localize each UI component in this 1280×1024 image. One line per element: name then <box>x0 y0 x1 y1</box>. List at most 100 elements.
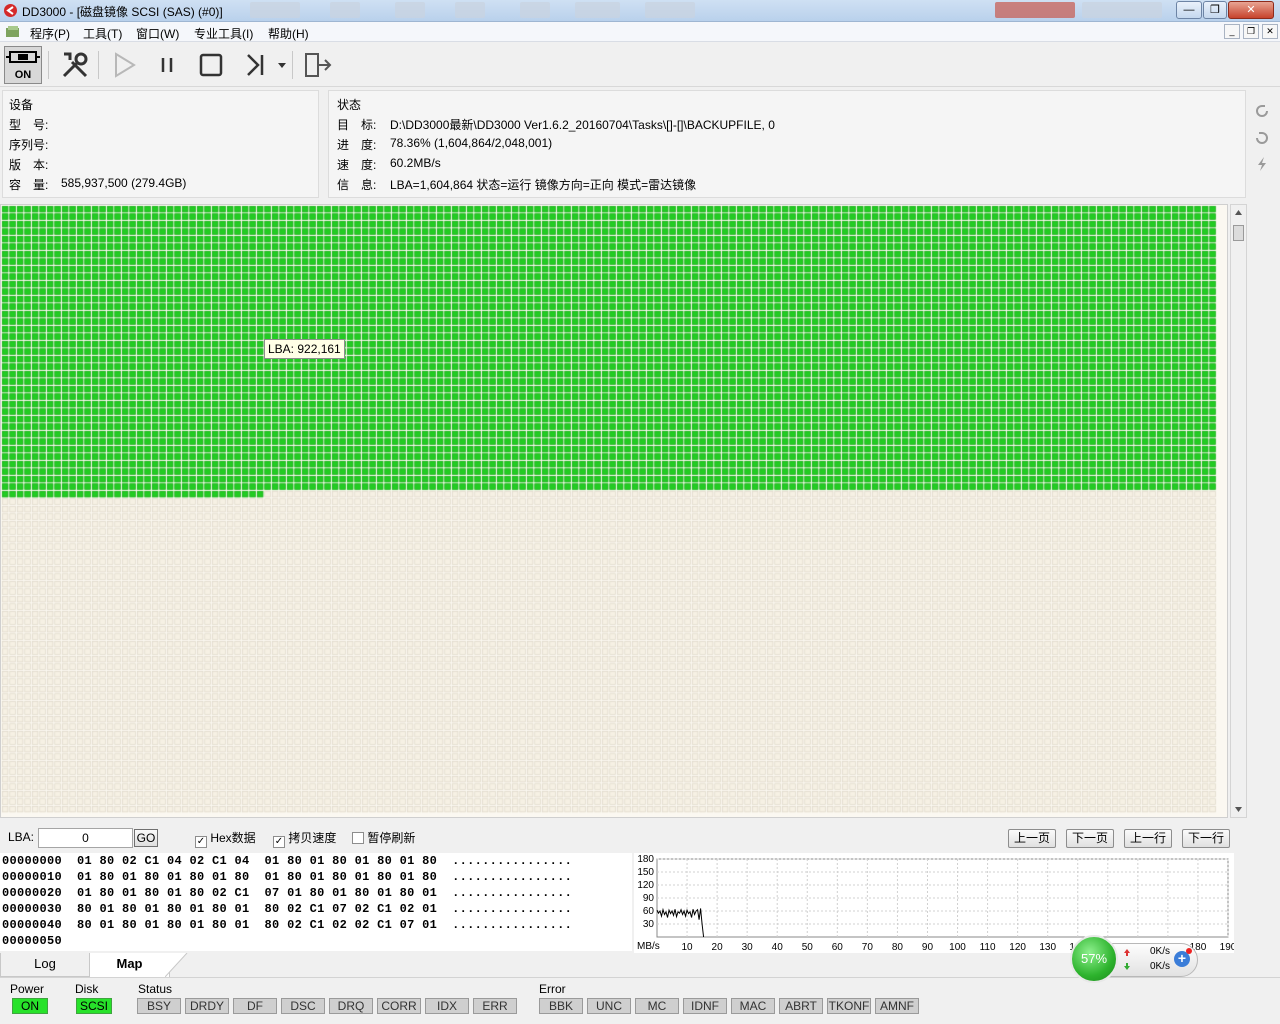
hex-ascii: ................ <box>452 902 573 916</box>
refresh-icon[interactable] <box>1254 104 1270 118</box>
lba-label: LBA: <box>8 830 35 844</box>
upload-arrow-icon <box>1124 949 1130 956</box>
error-led-abrt: ABRT <box>779 998 823 1014</box>
app-logo-icon <box>4 4 17 17</box>
menu-window[interactable]: 窗口(W) <box>132 24 183 43</box>
status-led-err: ERR <box>473 998 517 1014</box>
toolbar-separator <box>98 51 99 79</box>
mdi-document-icon[interactable] <box>5 25 21 39</box>
stop-icon <box>199 53 223 77</box>
hex-viewer[interactable]: 00000000 01 80 02 C1 04 02 C1 04 01 80 0… <box>0 853 632 951</box>
hex-data-check[interactable]: ✓ <box>195 836 207 848</box>
hex-row: 00000000 01 80 02 C1 04 02 C1 04 01 80 0… <box>2 854 572 868</box>
tab-log[interactable]: Log <box>0 953 90 977</box>
tab-map[interactable]: Map <box>90 953 170 977</box>
memory-percent-ball[interactable]: 57% <box>1070 935 1118 983</box>
settings-tools-button[interactable] <box>56 46 94 84</box>
menu-pro-tools[interactable]: 专业工具(I) <box>190 24 257 43</box>
hex-address: 00000000 <box>2 854 63 868</box>
scroll-up-arrow-icon[interactable] <box>1234 208 1243 216</box>
pause-refresh-checkbox[interactable]: 暂停刷新 <box>352 829 415 846</box>
hex-data-checkbox[interactable]: ✓ Hex数据 <box>195 829 256 848</box>
chart-y-tick-label: 90 <box>643 893 655 904</box>
target-value: D:\DD3000最新\DD3000 Ver1.6.2_20160704\Tas… <box>390 118 775 132</box>
status-led-drdy: DRDY <box>185 998 229 1014</box>
sector-map[interactable]: LBA: 922,161 <box>0 204 1228 818</box>
error-led-unc: UNC <box>587 998 631 1014</box>
menu-tools[interactable]: 工具(T) <box>79 24 126 43</box>
sector-map-canvas[interactable] <box>1 205 1227 817</box>
model-label: 型 号: <box>9 118 49 132</box>
prev-page-button[interactable]: 上一页 <box>1008 829 1056 848</box>
hex-address: 00000030 <box>2 902 63 916</box>
chart-y-tick-label: 30 <box>643 919 655 930</box>
scroll-thumb[interactable] <box>1233 225 1244 241</box>
maximize-button[interactable]: ❐ <box>1203 1 1227 19</box>
hex-address: 00000040 <box>2 918 63 932</box>
pause-button[interactable] <box>148 46 186 84</box>
speed-label: 速 度: <box>337 158 377 172</box>
copy-speed-checkbox[interactable]: ✓ 拷贝速度 <box>273 829 336 848</box>
mdi-close-button[interactable]: ✕ <box>1262 24 1278 39</box>
notification-dot <box>1186 948 1192 954</box>
error-led-mc: MC <box>635 998 679 1014</box>
status-group-label: Status <box>138 982 173 996</box>
skip-button[interactable] <box>236 46 274 84</box>
start-button[interactable] <box>104 46 142 84</box>
window-title: DD3000 - [磁盘镜像 SCSI (SAS) (#0)] <box>22 5 223 19</box>
chart-x-tick-label: 120 <box>1009 942 1026 953</box>
next-page-button[interactable]: 下一页 <box>1066 829 1114 848</box>
error-led-bbk: BBK <box>539 998 583 1014</box>
chart-x-tick-label: 20 <box>712 942 724 953</box>
pause-refresh-check[interactable] <box>352 832 364 844</box>
menu-program[interactable]: 程序(P) <box>26 24 74 43</box>
background-tab <box>250 2 300 18</box>
hex-bytes: 80 01 80 01 80 01 80 01 80 02 C1 02 02 C… <box>77 918 438 932</box>
error-led-mac: MAC <box>731 998 775 1014</box>
chart-x-tick-label: 10 <box>681 942 693 953</box>
capacity-value: 585,937,500 (279.4GB) <box>61 176 187 190</box>
info-label: 信 息: <box>337 178 377 192</box>
chart-x-tick-label: 100 <box>949 942 966 953</box>
tools-icon <box>62 52 88 78</box>
hex-bytes: 80 01 80 01 80 01 80 01 80 02 C1 07 02 C… <box>77 902 438 916</box>
lightning-icon[interactable] <box>1254 156 1270 172</box>
skip-dropdown-button[interactable] <box>276 58 288 72</box>
status-led-df: DF <box>233 998 277 1014</box>
undo-icon[interactable] <box>1254 131 1270 145</box>
map-vertical-scrollbar[interactable] <box>1230 204 1247 818</box>
skip-forward-icon <box>247 54 264 76</box>
hex-row: 00000040 80 01 80 01 80 01 80 01 80 02 C… <box>2 918 572 932</box>
exit-door-icon <box>305 53 332 77</box>
stop-button[interactable] <box>192 46 230 84</box>
copy-speed-check[interactable]: ✓ <box>273 836 285 848</box>
minimize-button[interactable]: — <box>1176 1 1202 19</box>
lba-input[interactable] <box>38 828 133 848</box>
network-speed-widget[interactable]: 57% 0K/s 0K/s + <box>1070 935 1200 983</box>
hex-row: 00000050 <box>2 934 62 948</box>
mdi-restore-button[interactable]: ❐ <box>1243 24 1259 39</box>
scroll-down-arrow-icon[interactable] <box>1234 806 1243 814</box>
go-button[interactable]: GO <box>134 829 158 847</box>
menu-help[interactable]: 帮助(H) <box>264 24 313 43</box>
chart-y-tick-label: 150 <box>637 867 654 878</box>
speed-value: 60.2MB/s <box>390 156 441 170</box>
play-icon <box>115 52 136 78</box>
exit-button[interactable] <box>298 46 336 84</box>
disk-group-label: Disk <box>75 982 99 996</box>
chart-x-tick-label: 110 <box>980 942 996 953</box>
hex-ascii: ................ <box>452 870 573 884</box>
toolbar: ON <box>0 43 1280 87</box>
chart-x-tick-label: 40 <box>772 942 784 953</box>
mdi-minimize-button[interactable]: _ <box>1224 24 1240 39</box>
next-line-button[interactable]: 下一行 <box>1182 829 1230 848</box>
background-tab <box>330 2 360 18</box>
power-toggle-button[interactable]: ON <box>4 46 42 84</box>
progress-label: 进 度: <box>337 138 377 152</box>
power-label: ON <box>15 69 32 81</box>
status-led-drq: DRQ <box>329 998 373 1014</box>
prev-line-button[interactable]: 上一行 <box>1124 829 1172 848</box>
close-button[interactable]: ✕ <box>1228 1 1274 19</box>
background-tab <box>395 2 425 18</box>
background-tab <box>1082 2 1162 18</box>
